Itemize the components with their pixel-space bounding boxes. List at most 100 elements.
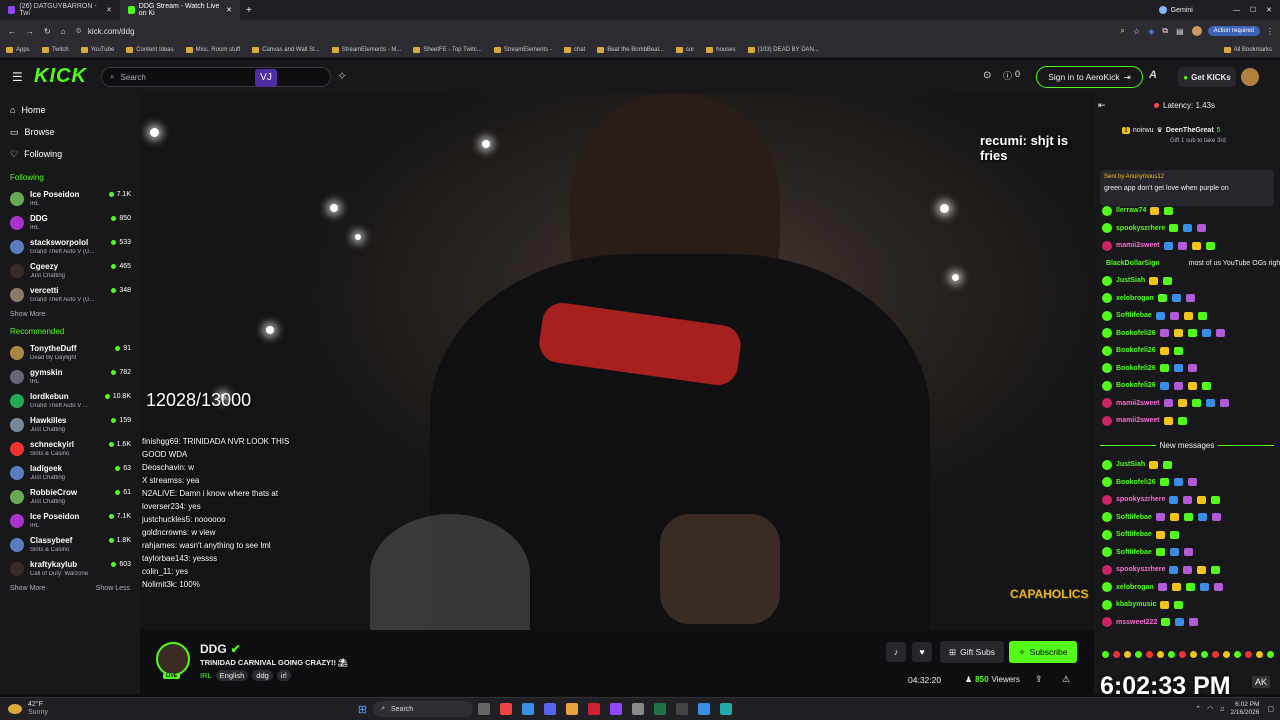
chat-username[interactable]: Bookofeli26 bbox=[1116, 382, 1156, 389]
edge-icon[interactable] bbox=[522, 703, 535, 715]
chat-username[interactable]: spookyszrhere bbox=[1116, 566, 1165, 573]
channel-item[interactable]: gymskin IRL 782 bbox=[0, 365, 140, 389]
emote-icon[interactable] bbox=[1267, 651, 1274, 658]
bookmark-star-icon[interactable]: ☆ bbox=[1133, 27, 1140, 36]
window-close-icon[interactable]: ✕ bbox=[1266, 6, 1272, 14]
chat-username[interactable]: spookyszrhere bbox=[1116, 496, 1165, 503]
chat-message[interactable]: Softlifebae bbox=[1094, 509, 1280, 527]
chat-message[interactable]: Bookofeli26 bbox=[1094, 360, 1280, 378]
bookmark-item[interactable]: cor bbox=[675, 46, 694, 53]
chat-username[interactable]: Softlifebae bbox=[1116, 312, 1152, 319]
settings-icon[interactable] bbox=[676, 703, 689, 715]
search-input[interactable]: ⌕ Search bbox=[101, 67, 331, 87]
chat-message[interactable]: spookyszrhere bbox=[1094, 220, 1280, 238]
app-icon[interactable] bbox=[698, 703, 711, 715]
emote-icon[interactable] bbox=[1234, 651, 1241, 658]
bookmark-item[interactable]: SheetFE - Top Twitc... bbox=[413, 46, 482, 53]
gift-leaderboard[interactable]: 1 noirwu ♛ DeenTheGreat 5 bbox=[1122, 126, 1221, 134]
chat-username[interactable]: kbabymusic bbox=[1116, 601, 1156, 608]
chat-message[interactable]: xelobrogan bbox=[1094, 290, 1280, 308]
chat-message[interactable]: Bookofeli26 bbox=[1094, 342, 1280, 360]
user-avatar[interactable] bbox=[1241, 68, 1259, 86]
chat-message[interactable]: mamii2sweet bbox=[1094, 237, 1280, 255]
emote-bar[interactable] bbox=[1102, 651, 1274, 658]
browser-tab-kick[interactable]: DDG Stream - Watch Live on Ki ✕ bbox=[120, 0, 240, 20]
chat-message[interactable]: JustSiah bbox=[1094, 272, 1280, 290]
alert-bell-icon[interactable]: ⊙ bbox=[983, 70, 991, 81]
channel-item[interactable]: schneckyirl Slots & Casino 1.6K bbox=[0, 437, 140, 461]
chat-username[interactable]: mssweet222 bbox=[1116, 619, 1157, 626]
chat-message[interactable]: kbabymusic bbox=[1094, 596, 1280, 614]
emote-icon[interactable] bbox=[1135, 651, 1142, 658]
channel-item[interactable]: stacksworpolol Grand Theft Auto V (G... 53… bbox=[0, 235, 140, 259]
forward-icon[interactable]: → bbox=[26, 27, 34, 36]
chat-username[interactable]: Bookofeli26 bbox=[1116, 347, 1156, 354]
minimize-icon[interactable]: — bbox=[1233, 7, 1240, 14]
channel-item[interactable]: RobbieCrow Just Chatting 61 bbox=[0, 485, 140, 509]
emote-icon[interactable] bbox=[1212, 651, 1219, 658]
tray-chevron-icon[interactable]: ⌃ bbox=[1195, 705, 1201, 713]
all-bookmarks[interactable]: All Bookmarks bbox=[1223, 46, 1272, 53]
chat-username[interactable]: mamii2sweet bbox=[1116, 400, 1160, 407]
weather-widget[interactable]: 42°F Sunny bbox=[28, 701, 48, 717]
bookmark-item[interactable]: Content Ideas bbox=[126, 46, 174, 53]
nav-browse[interactable]: ▭ Browse bbox=[0, 121, 140, 143]
app-icon[interactable] bbox=[632, 703, 645, 715]
profile-avatar[interactable] bbox=[1191, 26, 1202, 36]
emote-icon[interactable] bbox=[1157, 651, 1164, 658]
bookmark-item[interactable]: StreamElements - bbox=[493, 46, 552, 53]
tag-chip[interactable]: irl bbox=[276, 670, 291, 681]
emote-icon[interactable] bbox=[1102, 651, 1109, 658]
emote-icon[interactable] bbox=[1256, 651, 1263, 658]
home-browser-icon[interactable]: ⌂ bbox=[61, 27, 66, 36]
channel-item[interactable]: Cgeezy Just Chatting 465 bbox=[0, 259, 140, 283]
chat-message[interactable]: xelobrogan bbox=[1094, 579, 1280, 597]
tag-chip[interactable]: English bbox=[215, 670, 249, 681]
chat-username[interactable]: Softlifebae bbox=[1116, 514, 1152, 521]
chat-username[interactable]: spookyszrhere bbox=[1116, 225, 1165, 232]
streamer-name[interactable]: DDG bbox=[200, 642, 227, 656]
chat-message[interactable]: spookyszrhere bbox=[1094, 561, 1280, 579]
collapse-chat-icon[interactable]: ⇤ bbox=[1098, 100, 1106, 111]
chat-username[interactable]: Ilerraw74 bbox=[1116, 207, 1146, 214]
report-icon[interactable]: ⚠ bbox=[1062, 674, 1070, 685]
emote-icon[interactable] bbox=[1124, 651, 1131, 658]
chat-message[interactable]: Softlifebae bbox=[1094, 544, 1280, 562]
aerokick-chat-icon[interactable]: AK bbox=[1252, 676, 1271, 688]
chat-message[interactable]: JustSiah bbox=[1094, 456, 1280, 474]
channel-item[interactable]: Classybeef Slots & Casino 1.8K bbox=[0, 533, 140, 557]
gift-subs-button[interactable]: ⊞ Gift Subs bbox=[940, 641, 1004, 663]
chat-message[interactable]: Bookofeli26 bbox=[1094, 325, 1280, 343]
zoom-icon[interactable]: ⌕ bbox=[1121, 26, 1125, 36]
windows-start-icon[interactable]: ⊞ bbox=[358, 703, 367, 716]
subscribe-button[interactable]: ✧ Subscribe bbox=[1009, 641, 1077, 663]
channel-item[interactable]: Ice Poseidon IRL 7.1K bbox=[0, 509, 140, 533]
volume-icon[interactable]: ♫ bbox=[1219, 706, 1224, 713]
app-icon[interactable] bbox=[720, 703, 733, 715]
maximize-icon[interactable]: ☐ bbox=[1250, 6, 1256, 14]
channel-item[interactable]: Ice Poseidon IRL 7.1K bbox=[0, 187, 140, 211]
new-messages-divider[interactable]: New messages bbox=[1100, 441, 1274, 450]
channel-item[interactable]: vercetti Grand Theft Auto V (G... 348 bbox=[0, 283, 140, 307]
get-kicks-button[interactable]: ● Get KICKs bbox=[1178, 67, 1236, 87]
chat-message[interactable]: BlackDollarSign most of us YouTube OGs ri… bbox=[1094, 255, 1280, 273]
bookmark-item[interactable]: Misc. Room stuff bbox=[185, 46, 240, 53]
bookmark-item[interactable]: (103) DEAD BY DAN... bbox=[747, 46, 819, 53]
url-field[interactable]: kick.com/ddg bbox=[88, 27, 135, 36]
emote-icon[interactable] bbox=[1179, 651, 1186, 658]
bookmark-item[interactable]: Canvas and Wall St... bbox=[252, 46, 320, 53]
hamburger-menu-icon[interactable]: ☰ bbox=[12, 70, 23, 84]
site-info-icon[interactable]: ⚙ bbox=[76, 27, 82, 35]
channel-item[interactable]: ladigeek Just Chatting 63 bbox=[0, 461, 140, 485]
emote-icon[interactable] bbox=[1190, 651, 1197, 658]
bookmark-item[interactable]: Beat the BombBeal... bbox=[597, 46, 664, 53]
chat-username[interactable]: mamii2sweet bbox=[1116, 417, 1160, 424]
excel-icon[interactable] bbox=[654, 703, 667, 715]
chat-message[interactable]: Softlifebae bbox=[1094, 307, 1280, 325]
kick-logo[interactable]: KICK bbox=[34, 65, 87, 88]
nav-following[interactable]: ♡ Following bbox=[0, 143, 140, 165]
sidepanel-icon[interactable]: ▤ bbox=[1176, 27, 1184, 36]
chat-username[interactable]: Bookofeli26 bbox=[1116, 365, 1156, 372]
close-tab-icon[interactable]: ✕ bbox=[226, 6, 232, 14]
clock[interactable]: 6:02 PM 2/16/2026 bbox=[1230, 701, 1259, 717]
